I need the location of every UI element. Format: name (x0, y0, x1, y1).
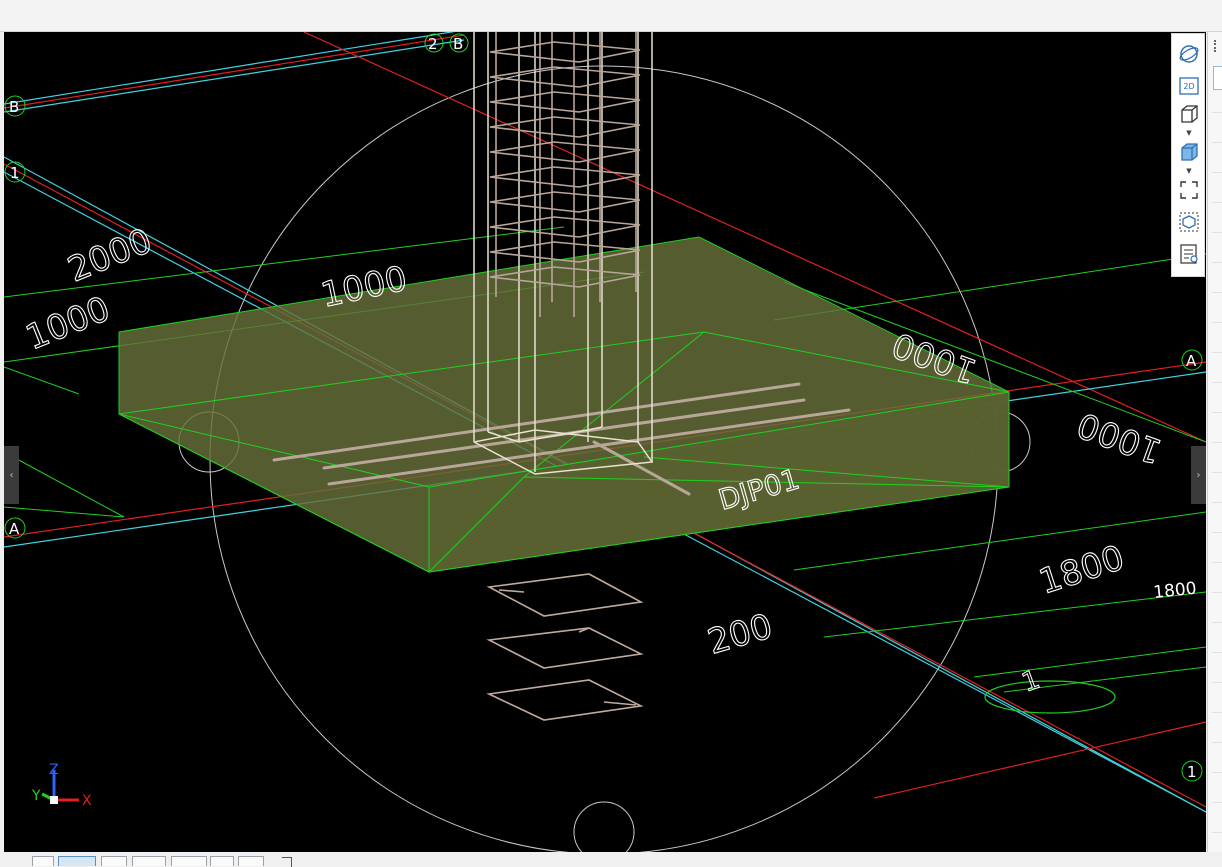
dim-1000-far-right: 1000 (1072, 404, 1167, 471)
shade-dropdown-icon[interactable]: ▼ (1185, 168, 1193, 175)
dim-200: 200 (703, 606, 776, 662)
right-collapse-tab[interactable]: › (1191, 446, 1206, 504)
2d-view-icon[interactable]: 2D (1176, 74, 1202, 98)
section-box-icon[interactable] (1176, 210, 1202, 234)
left-collapse-tab[interactable]: ‹ (4, 446, 19, 504)
3d-viewport[interactable]: 2 B B 1 A A 1 2000 1000 1000 1000 1000 1… (4, 32, 1206, 852)
top-bar (0, 0, 1222, 32)
foundation-slab[interactable] (118, 236, 1010, 573)
bottom-toolbar (0, 852, 1222, 867)
grid-label-1-left: 1 (10, 164, 20, 182)
dim-1800-small: 1800 (1152, 579, 1197, 603)
grid-label-a-right: A (1186, 352, 1197, 370)
axis-y-label: Y (31, 788, 41, 804)
orbit-handle-bottom[interactable] (573, 801, 635, 852)
panel-tab[interactable] (1213, 66, 1222, 90)
panel-grip-icon[interactable] (1214, 40, 1222, 52)
shaded-cube-icon[interactable] (1176, 140, 1202, 164)
add-tool-button[interactable] (171, 856, 207, 866)
annotation-ellipse (984, 680, 1116, 714)
cross-select-button[interactable] (101, 856, 127, 866)
snap-button[interactable] (32, 856, 54, 866)
grid-label-b-top: B (453, 35, 463, 53)
dim-1800: 1800 (1034, 538, 1129, 603)
orbit-icon[interactable] (1176, 42, 1202, 66)
axis-z-label: Z (49, 762, 59, 778)
grid-label-a-left: A (9, 520, 20, 538)
view-toolbar: 2D ▼ ▼ (1171, 33, 1205, 277)
select-mode-button[interactable] (58, 856, 96, 866)
zoom-extents-icon[interactable] (1176, 178, 1202, 202)
2d-label: 2D (1183, 81, 1195, 91)
copy-tool-button[interactable] (210, 856, 234, 866)
display-settings-icon[interactable] (1176, 242, 1202, 266)
iso-cube-icon[interactable] (1176, 102, 1202, 126)
line-tool-button[interactable] (132, 856, 166, 866)
iso-dropdown-icon[interactable]: ▼ (1185, 130, 1193, 137)
grid-label-2: 2 (428, 35, 438, 53)
measure-tool-button[interactable] (238, 856, 264, 866)
grid-label-b-left: B (9, 98, 19, 116)
axis-x-label: X (82, 793, 92, 809)
model-canvas[interactable]: 2 B B 1 A A 1 2000 1000 1000 1000 1000 1… (4, 32, 1206, 852)
axis-gizmo: Z X Y (31, 762, 92, 809)
grid-label-1-right: 1 (1187, 763, 1197, 781)
rebar-details[interactable] (486, 573, 644, 721)
right-side-panel (1207, 32, 1222, 866)
